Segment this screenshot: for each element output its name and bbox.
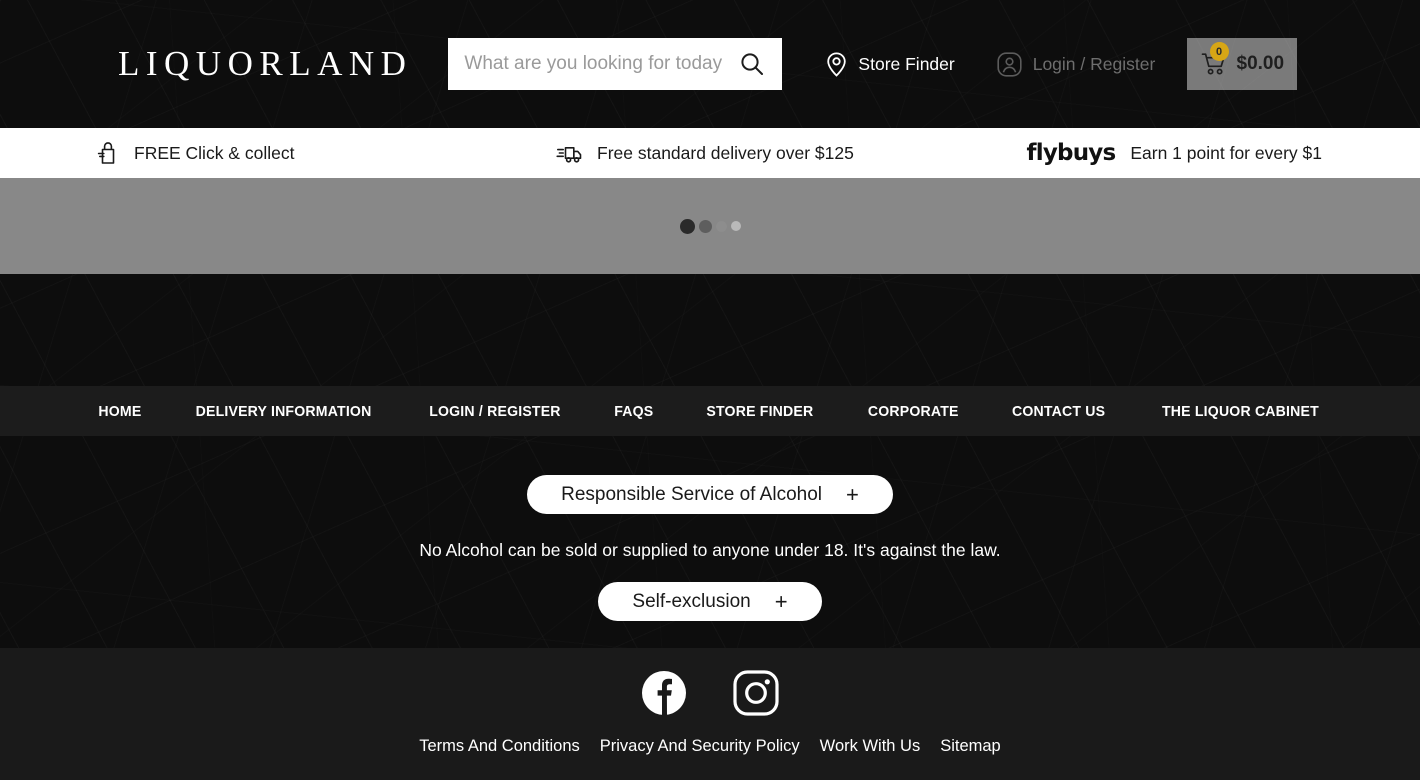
plus-icon: +	[774, 588, 788, 614]
site-logo[interactable]: LIQUORLAND	[118, 44, 412, 84]
nav-item-the-liquor-cabinet[interactable]: THE LIQUOR CABINET	[1139, 403, 1341, 420]
footer-navigation: HOME DELIVERY INFORMATION LOGIN / REGIST…	[0, 386, 1420, 436]
promo-click-collect[interactable]: FREE Click & collect	[0, 140, 478, 166]
cart-button[interactable]: 0 $0.00	[1187, 38, 1298, 90]
nav-item-login-register[interactable]: LOGIN / REGISTER	[407, 403, 584, 420]
site-header: LIQUORLAND Store Finder	[0, 0, 1420, 128]
loading-spinner	[679, 218, 741, 234]
self-exclusion-button-label: Self-exclusion	[632, 590, 751, 612]
delivery-truck-icon	[556, 147, 582, 163]
legal-section: Responsible Service of Alcohol + No Alco…	[0, 436, 1420, 648]
nav-item-corporate[interactable]: CORPORATE	[845, 403, 981, 420]
store-finder-label: Store Finder	[858, 53, 955, 74]
loading-dot	[730, 221, 741, 231]
store-finder-link[interactable]: Store Finder	[826, 51, 955, 77]
footer-links: Terms And Conditions Privacy And Securit…	[419, 737, 1000, 756]
location-pin-icon	[827, 51, 847, 77]
search-bar[interactable]	[448, 38, 783, 90]
cart-total-label: $0.00	[1236, 53, 1285, 74]
footer-link-terms-and-conditions[interactable]: Terms And Conditions	[419, 737, 580, 756]
flybuys-logo: flybuys	[1026, 140, 1117, 166]
nav-item-delivery-information[interactable]: DELIVERY INFORMATION	[173, 403, 394, 420]
loading-dot	[698, 219, 712, 233]
nav-item-store-finder[interactable]: STORE FINDER	[684, 403, 836, 420]
click-and-collect-icon	[97, 142, 115, 164]
liquorland-homepage: LIQUORLAND Store Finder	[0, 0, 1420, 780]
promo-click-collect-label: FREE Click & collect	[134, 142, 295, 163]
plus-icon: +	[846, 481, 859, 507]
promo-bar: FREE Click & collect Free standard deliv…	[0, 128, 1420, 178]
footer-link-sitemap[interactable]: Sitemap	[940, 737, 1001, 756]
promo-free-delivery-label: Free standard delivery over $125	[597, 142, 854, 163]
nav-item-faqs[interactable]: FAQS	[592, 403, 676, 420]
login-register-label: Login / Register	[1032, 53, 1156, 74]
nav-item-home[interactable]: HOME	[75, 403, 163, 420]
cart-count-badge: 0	[1209, 42, 1229, 61]
rsa-button-label: Responsible Service of Alcohol	[561, 483, 822, 505]
user-account-icon	[997, 51, 1022, 77]
search-input[interactable]	[464, 53, 737, 75]
footer-link-privacy-and-security[interactable]: Privacy And Security Policy	[600, 737, 800, 756]
social-links	[640, 669, 780, 717]
site-footer: Terms And Conditions Privacy And Securit…	[0, 648, 1420, 780]
promo-free-delivery[interactable]: Free standard delivery over $125	[478, 140, 939, 166]
cart-icon-wrap: 0	[1201, 42, 1229, 77]
facebook-icon	[642, 671, 686, 715]
self-exclusion-button[interactable]: Self-exclusion +	[598, 582, 822, 621]
search-icon	[741, 53, 764, 75]
header-actions: Store Finder Login / Register 0 $0.00	[826, 38, 1298, 90]
underage-notice: No Alcohol can be sold or supplied to an…	[419, 540, 1001, 560]
footer-link-work-with-us[interactable]: Work With Us	[820, 737, 921, 756]
instagram-icon	[733, 670, 779, 716]
loading-dot	[679, 218, 695, 234]
instagram-link[interactable]	[732, 669, 780, 717]
nav-item-contact-us[interactable]: CONTACT US	[990, 403, 1128, 420]
content-loading-placeholder	[0, 178, 1420, 274]
promo-flybuys[interactable]: flybuys Earn 1 point for every $1	[939, 140, 1420, 166]
promo-flybuys-label: Earn 1 point for every $1	[1130, 142, 1322, 163]
responsible-service-of-alcohol-button[interactable]: Responsible Service of Alcohol +	[527, 475, 893, 514]
search-submit-button[interactable]	[736, 48, 768, 80]
login-register-link[interactable]: Login / Register	[997, 51, 1156, 77]
loading-dot	[715, 220, 727, 232]
facebook-link[interactable]	[640, 669, 688, 717]
